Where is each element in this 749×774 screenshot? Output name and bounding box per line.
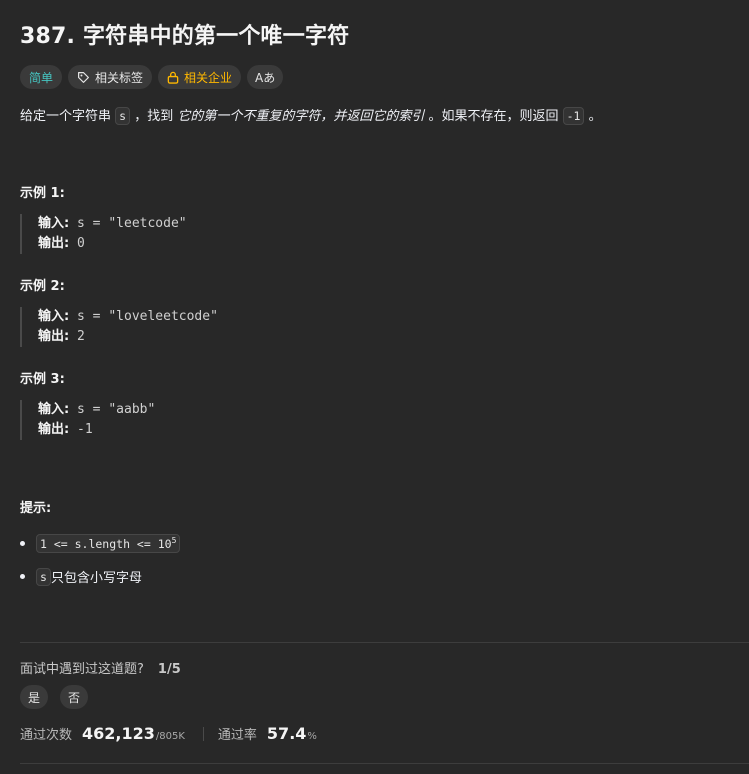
example-3-title: 示例 3:: [20, 372, 65, 387]
constraint-s-code: s: [36, 567, 51, 586]
example-3-output: 输出: -1: [38, 420, 155, 440]
difficulty-label: 简单: [29, 70, 54, 85]
output-value: 0: [69, 236, 85, 251]
code-s: s: [115, 107, 131, 125]
output-value: 2: [69, 329, 85, 344]
acceptance-rate-unit: %: [307, 731, 317, 742]
interview-fraction: 1/5: [157, 662, 181, 677]
constraint-length-code: 1 <= s.length <= 105: [36, 534, 181, 553]
example-1-title: 示例 1:: [20, 186, 65, 201]
output-label: 输出:: [38, 422, 70, 437]
acceptance-rate-value: 57.4: [266, 724, 307, 743]
problem-statement: 给定一个字符串 s ，找到 它的第一个不重复的字符，并返回它的索引 。如果不存在…: [20, 106, 602, 127]
problem-title[interactable]: 387. 字符串中的第一个唯一字符: [20, 18, 349, 50]
stats-separator: [202, 726, 204, 741]
input-value: s = "loveleetcode": [69, 309, 218, 324]
statement-text-1: 给定一个字符串: [20, 109, 116, 124]
constraint-item: 1 <= s.length <= 105: [20, 534, 181, 553]
output-value: -1: [69, 422, 93, 437]
example-2-input: 输入: s = "loveleetcode": [38, 307, 218, 327]
constraint-length-text: 1 <= s.length <= 10: [40, 536, 172, 551]
example-1-block: 输入: s = "leetcode" 输出: 0: [20, 214, 187, 254]
translate-icon: Aあ: [255, 70, 276, 85]
accepted-label: 通过次数: [20, 728, 73, 743]
related-tags-label: 相关标签: [95, 70, 144, 85]
constraint-exponent: 5: [171, 536, 177, 545]
statement-text-4: 。: [584, 109, 602, 124]
problem-tags-row: 简单 相关标签 相关企业 Aあ: [20, 65, 284, 89]
divider: [20, 763, 749, 764]
related-companies-button[interactable]: 相关企业: [158, 65, 242, 89]
interview-question-text: 面试中遇到过这道题?: [20, 662, 144, 677]
example-2-title: 示例 2:: [20, 279, 65, 294]
code-neg1: -1: [562, 107, 585, 125]
constraint-item: s 只包含小写字母: [20, 567, 142, 586]
interview-yes-button[interactable]: 是: [20, 685, 48, 709]
input-label: 输入:: [38, 309, 70, 324]
divider: [20, 642, 749, 643]
example-2-block: 输入: s = "loveleetcode" 输出: 2: [20, 307, 218, 347]
submissions-value: /805K: [155, 731, 185, 742]
output-label: 输出:: [38, 236, 70, 251]
bullet-icon: [20, 540, 25, 546]
accepted-value: 462,123: [82, 724, 155, 743]
input-label: 输入:: [38, 216, 70, 231]
tag-icon: [77, 71, 90, 84]
example-1-output: 输出: 0: [38, 234, 187, 254]
related-companies-label: 相关企业: [184, 70, 233, 85]
statement-text-2: ，找到: [130, 109, 178, 124]
interview-no-button[interactable]: 否: [60, 685, 88, 709]
acceptance-rate-label: 通过率: [217, 728, 257, 743]
input-value: s = "aabb": [69, 402, 156, 417]
interview-question: 面试中遇到过这道题? 1/5: [20, 658, 181, 677]
example-3-input: 输入: s = "aabb": [38, 400, 155, 420]
lock-icon: [167, 71, 179, 84]
output-label: 输出:: [38, 329, 70, 344]
difficulty-badge[interactable]: 简单: [20, 65, 63, 89]
statement-text-3: 。如果不存在，则返回: [424, 109, 563, 124]
related-tags-button[interactable]: 相关标签: [68, 65, 153, 89]
constraint-s-text: 只包含小写字母: [50, 571, 142, 586]
input-label: 输入:: [38, 402, 70, 417]
example-1-input: 输入: s = "leetcode": [38, 214, 187, 234]
submission-stats: 通过次数 462,123 /805K 通过率 57.4 %: [20, 724, 317, 743]
input-value: s = "leetcode": [69, 216, 187, 231]
bullet-icon: [20, 574, 25, 579]
constraints-title: 提示:: [20, 501, 52, 516]
translate-button[interactable]: Aあ: [247, 65, 284, 89]
example-3-block: 输入: s = "aabb" 输出: -1: [20, 400, 155, 440]
example-2-output: 输出: 2: [38, 327, 218, 347]
statement-emphasis: 它的第一个不重复的字符，并返回它的索引: [177, 109, 425, 124]
problem-description-panel: 387. 字符串中的第一个唯一字符 简单 相关标签 相关企业 Aあ 给定一个字符…: [0, 0, 749, 774]
